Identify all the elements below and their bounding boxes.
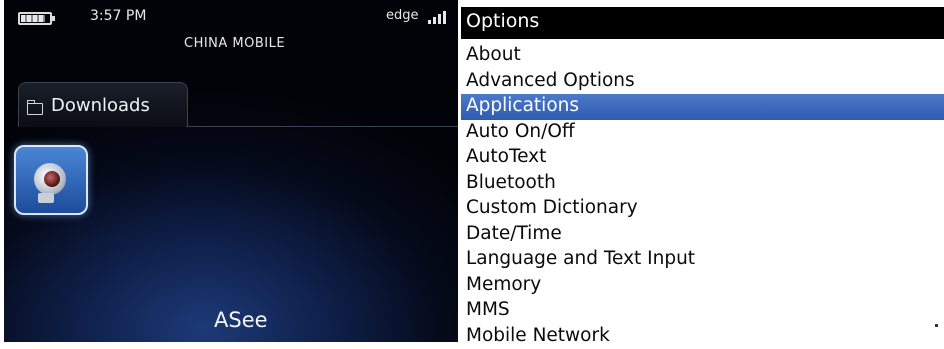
- status-bar: 3:57 PM CHINA MOBILE edge: [4, 0, 458, 40]
- options-screen: Options About Advanced Options Applicati…: [461, 0, 944, 342]
- carrier-name: CHINA MOBILE: [184, 36, 285, 51]
- option-memory[interactable]: Memory: [461, 273, 944, 299]
- option-advanced-options[interactable]: Advanced Options: [461, 69, 944, 95]
- option-applications[interactable]: Applications: [461, 94, 944, 120]
- battery-icon: [18, 12, 52, 25]
- downloads-folder-tab[interactable]: Downloads: [18, 82, 188, 127]
- folder-divider: [186, 126, 458, 127]
- webcam-stand: [38, 193, 54, 203]
- option-about[interactable]: About: [461, 43, 944, 69]
- options-header: Options: [461, 7, 944, 39]
- options-title: Options: [466, 10, 539, 32]
- option-mms[interactable]: MMS: [461, 298, 944, 324]
- option-autotext[interactable]: AutoText: [461, 145, 944, 171]
- signal-strength-icon: [428, 10, 454, 24]
- option-bluetooth[interactable]: Bluetooth: [461, 171, 944, 197]
- scroll-indicator: [935, 324, 938, 327]
- webcam-lens: [44, 171, 60, 187]
- clock: 3:57 PM: [90, 8, 146, 24]
- option-mobile-network[interactable]: Mobile Network: [461, 324, 944, 349]
- option-custom-dictionary[interactable]: Custom Dictionary: [461, 196, 944, 222]
- options-list: About Advanced Options Applications Auto…: [461, 43, 944, 349]
- option-language-text-input[interactable]: Language and Text Input: [461, 247, 944, 273]
- option-auto-on-off[interactable]: Auto On/Off: [461, 120, 944, 146]
- option-date-time[interactable]: Date/Time: [461, 222, 944, 248]
- asee-app-icon[interactable]: [14, 145, 88, 215]
- folder-label: Downloads: [51, 95, 150, 116]
- network-type: edge: [386, 8, 419, 23]
- folder-icon: [27, 103, 43, 115]
- app-name-label: ASee: [214, 308, 268, 332]
- home-screen: 3:57 PM CHINA MOBILE edge Downloads ASee: [4, 0, 458, 342]
